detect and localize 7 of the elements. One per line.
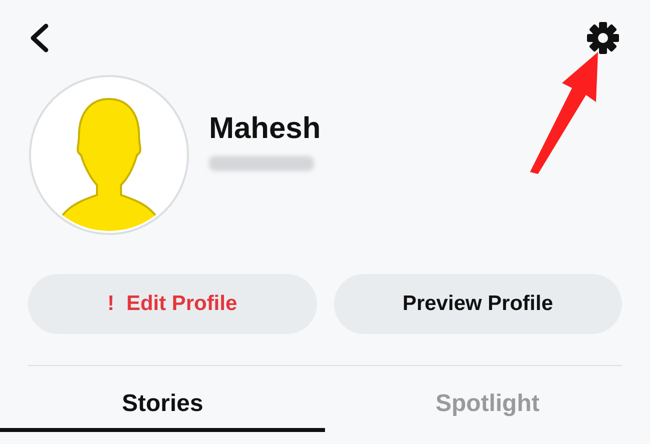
edit-profile-button[interactable]: ! Edit Profile	[28, 274, 316, 334]
alert-icon: !	[107, 292, 114, 316]
preview-profile-button[interactable]: Preview Profile	[334, 274, 622, 334]
profile-name: Mahesh	[209, 112, 321, 146]
tab[interactable]: Stories	[0, 390, 325, 432]
settings-icon[interactable]	[586, 21, 620, 55]
back-icon[interactable]	[28, 23, 50, 53]
